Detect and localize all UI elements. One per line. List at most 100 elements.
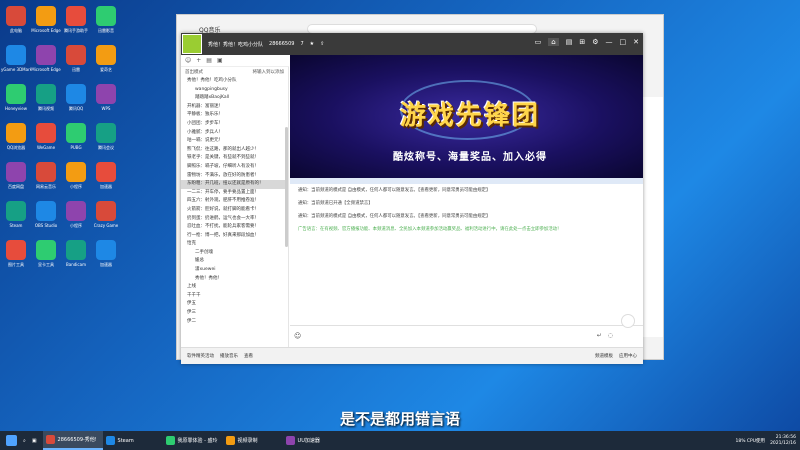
taskview-icon[interactable]: ▣ [32,431,37,450]
desktop-icon[interactable]: WPS [91,82,121,121]
channel-row[interactable]: 行一枪：博一把，好真来那段加血！ [181,232,288,241]
person-icon[interactable]: ☺ [185,57,191,64]
desktop-icon[interactable]: Bandicam [61,238,91,277]
desktop-icon[interactable]: 显卡工具 [31,238,61,277]
group-avatar[interactable] [182,34,202,54]
desktop-icon[interactable]: PUBG [61,121,91,160]
channel-list[interactable]: 首出模式 将输入到以添加 秀他！秀他！吃鸡小分队 wangpingbusy 踏踏踏x… [181,67,289,347]
taskbar-app[interactable]: Steam [103,431,163,450]
message-input[interactable]: ☺ ↵ ◌ [290,314,643,347]
channel-row[interactable]: 秀他！秀他！ [181,275,288,284]
desktop-icon[interactable]: Steam [1,199,31,238]
channel-row[interactable]: 东盼粗：开几班，扭以还就是原有的！ [181,180,288,189]
channel-row[interactable]: 脚照乐：嗝子坡，仔细听人有没有！ [181,163,288,172]
desktop-icon[interactable]: 图片工具 [1,238,31,277]
desktop-icon[interactable]: 腾讯QQ [61,82,91,121]
desktop-icon[interactable]: yGame 3DMark [1,43,31,82]
desktop-icon[interactable]: Honeyview [1,82,31,121]
clock[interactable]: 21:36:56 2021/12/16 [770,435,796,447]
chat-bubble-icon[interactable]: ◌ [608,332,613,339]
taskbar-app[interactable]: 视频录制 [223,431,283,450]
desktop-icon[interactable]: 迅雷影音 [91,4,121,43]
avatar-badge[interactable] [621,314,635,328]
taskbar-app[interactable]: 28666509-秀他! [42,431,103,450]
channel-row[interactable]: 潇xuewei [181,266,288,275]
desktop-icon[interactable]: 小程序 [61,160,91,199]
taskbar-app[interactable]: 我原罪体验 - 盛玲 [163,431,223,450]
channel-row[interactable]: 踏踏踏xBaojKall [181,94,288,103]
channel-row[interactable]: 伊三 [181,309,288,318]
desktop-icon[interactable]: WeGame [31,121,61,160]
channel-row[interactable]: 扔到蛋：扔进鹤，运气也会一大率！ [181,215,288,224]
channel-row[interactable]: 媛总 [181,257,288,266]
promo-banner[interactable]: 游戏先锋团 酷炫称号、海量奖品、加入必得 [290,55,643,178]
desktop-icon[interactable]: Crazy Game [91,199,121,238]
desktop-icon[interactable]: 腾讯会议 [91,121,121,160]
desktop-icon[interactable]: 爱奇艺 [91,43,121,82]
channel-row[interactable]: 千千千 [181,292,288,301]
desktop-icon[interactable]: 网易云音乐 [31,160,61,199]
bottom-bar-item[interactable]: 查看 [244,353,253,359]
channel-row[interactable]: 咕一嗝：说更元！ [181,137,288,146]
channel-row[interactable]: 四五六：射外观，肥肝不用推卷准！ [181,197,288,206]
doc-icon[interactable]: ▤ [206,57,212,64]
add-icon[interactable]: + [196,57,201,64]
channel-row[interactable]: wangpingbusy [181,86,288,95]
desktop-icon[interactable]: Microsoft Edge [31,43,61,82]
desktop-icon[interactable]: QQ浏览器 [1,121,31,160]
channel-row[interactable]: 二手创魂 [181,249,288,258]
bottom-bar-item[interactable]: 播放音乐 [220,353,238,359]
box-icon[interactable]: ▣ [217,57,223,64]
bottom-right-item[interactable]: 频道模板 [595,353,613,359]
channel-row[interactable]: 秀他！秀他！吃鸡小分队 [181,77,288,86]
close-icon[interactable]: ✕ [633,38,639,46]
qq-group-window[interactable]: 秀他！秀他！吃鸡小分队 28666509 7 ★ ⇪ ▭ ⌂ ▤ ⊞ ⚙ — □… [181,33,643,364]
desktop-icon[interactable]: 迅雷 [61,43,91,82]
maximize-icon[interactable]: □ [620,38,627,46]
channel-row[interactable]: 一二三：开车停，要手要品置上面！ [181,189,288,198]
desktop-icon-label: 此电脑 [10,28,22,33]
desktop-icon[interactable]: 腾讯视频 [31,82,61,121]
emoji-icon[interactable]: ☺ [294,332,301,340]
desktop-icon[interactable]: Microsoft Edge [31,4,61,43]
settings-icon[interactable]: ⚙ [592,38,598,46]
title-bar[interactable]: 秀他！秀他！吃鸡小分队 28666509 7 ★ ⇪ ▭ ⌂ ▤ ⊞ ⚙ — □… [181,33,643,55]
bottom-bar-item[interactable]: 软件精英活动 [187,353,214,359]
taskbar-app[interactable]: UU加速器 [283,431,343,450]
channel-row[interactable]: 上线 [181,283,288,292]
channel-row[interactable]: 伊二 [181,318,288,327]
desktop-icon[interactable]: 百度网盘 [1,160,31,199]
list-header-link[interactable]: 将输入到以添加 [253,69,285,75]
channel-row[interactable]: 雷物坊：不满乐，放在好的防患者！ [181,172,288,181]
desktop-icon[interactable]: 小程序 [61,199,91,238]
channel-row[interactable]: 伊五 [181,300,288,309]
desktop-icon[interactable]: 腾讯手游助手 [61,4,91,43]
channel-row[interactable]: 开机器：富丽迷！ [181,103,288,112]
channel-row[interactable]: 熊飞侃：往这路，那的就出人越少！ [181,146,288,155]
desktop-icon[interactable]: 加速器 [91,238,121,277]
send-icon[interactable]: ↵ [597,332,602,339]
star-icon[interactable]: ★ [310,41,314,47]
desktop-icon[interactable]: OBS Studio [31,199,61,238]
chat-icon[interactable]: ▤ [566,38,573,46]
list-scrollbar[interactable] [285,127,288,247]
desktop-icon[interactable]: 此电脑 [1,4,31,43]
channel-row[interactable]: 小雅腻：步兵人！ [181,129,288,138]
video-icon[interactable]: ▭ [535,38,542,46]
minimize-icon[interactable]: — [606,38,613,46]
channel-row[interactable]: 小团团：步步车！ [181,120,288,129]
channel-row[interactable]: 平静板：独乐乐！ [181,111,288,120]
app-icon [6,84,26,104]
start-button[interactable] [6,431,17,450]
channel-row[interactable]: 火箭箭：腔好说，就打脚的能看卡！ [181,206,288,215]
share-icon[interactable]: ⇪ [320,41,324,47]
channel-row[interactable]: 铁老乎：是关键，有些就不到些就！ [181,154,288,163]
desktop-icons-col2: Microsoft Edge Microsoft Edge 腾讯视频 WeGame 网易… [31,4,61,277]
home-icon[interactable]: ⌂ [548,38,559,46]
search-icon[interactable]: ⌕ [23,431,26,450]
desktop-icon[interactable]: 加速器 [91,160,121,199]
channel-row[interactable]: 忍吐血：不打扰，能轮兵家客需要！ [181,223,288,232]
channel-row[interactable]: 恰克 [181,240,288,249]
game-icon[interactable]: ⊞ [579,38,585,46]
bottom-right-item[interactable]: 应用中心 [619,353,637,359]
